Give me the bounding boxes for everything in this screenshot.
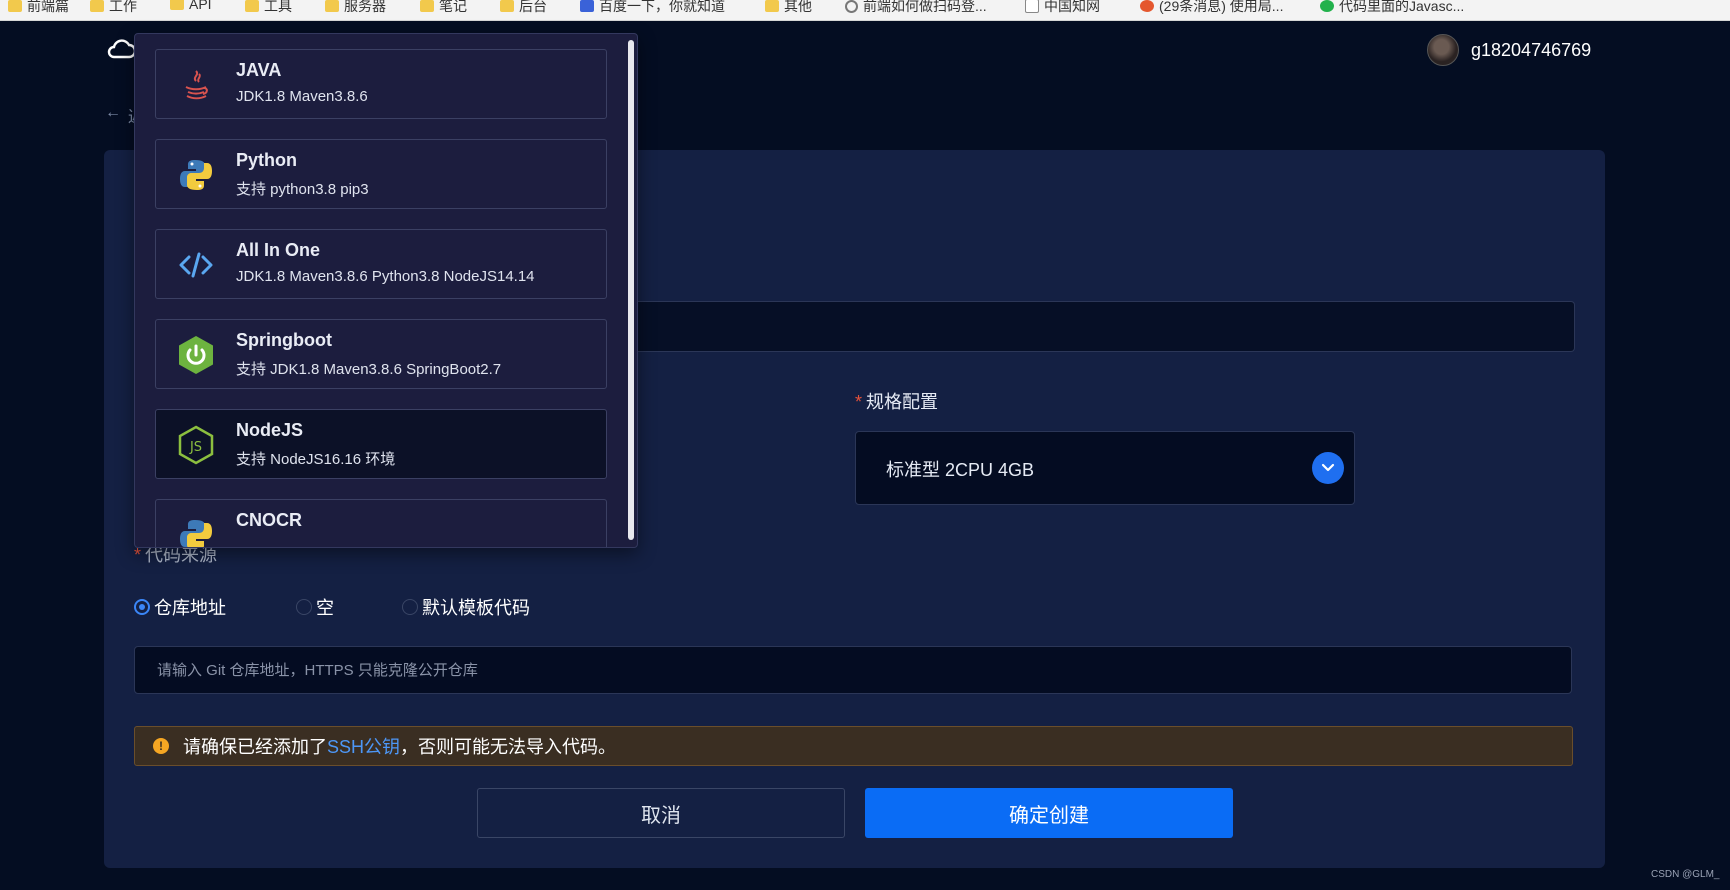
java-icon (185, 70, 208, 100)
spec-select[interactable]: 标准型 2CPU 4GB (855, 431, 1355, 505)
notice-suffix: ，否则可能无法导入代码。 (400, 737, 617, 757)
bookmark-notes[interactable]: 笔记 (420, 0, 467, 16)
python-icon (180, 160, 212, 190)
radio-dot[interactable] (296, 599, 312, 615)
folder-icon (245, 0, 259, 12)
folder-icon (325, 0, 339, 12)
confirm-create-button[interactable]: 确定创建 (865, 788, 1233, 838)
ssh-key-link[interactable]: SSH公钥 (327, 733, 400, 759)
python-icon (180, 520, 212, 547)
env-option-all-in-one[interactable]: All In One JDK1.8 Maven3.8.6 Python3.8 N… (155, 229, 607, 299)
page-icon (1025, 0, 1039, 13)
bookmark-baidu[interactable]: 百度一下，你就知道 (580, 0, 725, 16)
bookmark-other[interactable]: 其他 (765, 0, 812, 16)
spec-selected-value: 标准型 2CPU 4GB (886, 460, 1035, 480)
user-menu[interactable]: g18204746769 (1427, 34, 1591, 66)
svg-text:JS: JS (189, 440, 202, 455)
env-desc: JDK1.8 Maven3.8.6 (236, 88, 368, 105)
bookmark-qrlogin[interactable]: 前端如何做扫码登... (845, 0, 987, 16)
git-url-input[interactable] (134, 646, 1572, 694)
search-icon (845, 0, 858, 13)
nodejs-icon: JS (178, 425, 214, 465)
cancel-button[interactable]: 取消 (477, 788, 845, 838)
chevron-down-icon[interactable] (1312, 452, 1344, 484)
env-name: NodeJS (236, 420, 304, 440)
env-option-python[interactable]: Python 支持 python3.8 pip3 (155, 139, 607, 209)
radio-empty[interactable]: 空 (296, 594, 334, 620)
bookmark-api[interactable]: API (170, 0, 212, 12)
scrollbar-thumb[interactable] (628, 40, 634, 540)
folder-icon (765, 0, 779, 12)
bookmark-cnki[interactable]: 中国知网 (1025, 0, 1100, 16)
radio-template[interactable]: 默认模板代码 (402, 594, 530, 620)
watermark: CSDN @GLM_ (1651, 869, 1720, 880)
env-desc: 支持 NodeJS16.16 环境 (236, 451, 396, 468)
bookmark-tools[interactable]: 工具 (245, 0, 292, 16)
folder-icon (170, 0, 184, 10)
env-name: All In One (236, 240, 321, 260)
chat-icon (1320, 0, 1334, 12)
dropdown-scrollbar[interactable] (628, 40, 634, 540)
env-desc: 支持 python3.8 pip3 (236, 181, 369, 198)
cloud-logo-icon[interactable] (106, 37, 136, 61)
radio-repo[interactable]: 仓库地址 (134, 594, 226, 620)
env-option-cnocr[interactable]: CNOCR (155, 499, 607, 547)
name-input[interactable] (630, 301, 1575, 352)
folder-icon (500, 0, 514, 12)
bookmarks-bar: 前端篇 工作 API 工具 服务器 笔记 后台 百度一下，你就知道 其他 前端如… (0, 0, 1730, 21)
folder-icon (420, 0, 434, 12)
env-desc: 支持 JDK1.8 Maven3.8.6 SpringBoot2.7 (236, 361, 502, 378)
bookmark-frontend[interactable]: 前端篇 (8, 0, 69, 16)
back-arrow-icon[interactable]: ← (105, 104, 121, 121)
environment-dropdown: JAVA JDK1.8 Maven3.8.6 Python 支持 python3… (134, 33, 638, 548)
bookmark-work[interactable]: 工作 (90, 0, 137, 16)
warning-icon: ! (153, 738, 169, 754)
bookmark-js[interactable]: 代码里面的Javasc... (1320, 0, 1464, 16)
username: g18204746769 (1471, 39, 1592, 60)
bookmark-csdn[interactable]: (29条消息) 使用局... (1140, 0, 1283, 16)
code-icon (179, 252, 213, 278)
spec-label: * 规格配置 (855, 392, 939, 412)
radio-dot[interactable] (134, 599, 150, 615)
folder-icon (8, 0, 22, 12)
env-name: JAVA (236, 60, 282, 80)
avatar[interactable] (1427, 34, 1459, 66)
folder-icon (90, 0, 104, 12)
radio-dot[interactable] (402, 599, 418, 615)
bookmark-server[interactable]: 服务器 (325, 0, 386, 16)
env-option-java[interactable]: JAVA JDK1.8 Maven3.8.6 (155, 49, 607, 119)
bookmark-backend[interactable]: 后台 (500, 0, 547, 16)
env-desc: JDK1.8 Maven3.8.6 Python3.8 NodeJS14.14 (236, 268, 535, 285)
env-name: CNOCR (236, 510, 302, 530)
source-radio-group: 仓库地址 空 默认模板代码 (134, 594, 530, 620)
env-option-springboot[interactable]: Springboot 支持 JDK1.8 Maven3.8.6 SpringBo… (155, 319, 607, 389)
ssh-notice: ! 请确保已经添加了 SSH公钥 ，否则可能无法导入代码。 (134, 726, 1573, 766)
notice-prefix: 请确保已经添加了 (183, 737, 327, 757)
springboot-icon (179, 336, 213, 374)
baidu-icon (580, 0, 594, 12)
env-name: Springboot (236, 330, 332, 350)
csdn-icon (1140, 0, 1154, 12)
env-option-nodejs[interactable]: JS NodeJS 支持 NodeJS16.16 环境 (155, 409, 607, 479)
env-name: Python (236, 150, 297, 170)
